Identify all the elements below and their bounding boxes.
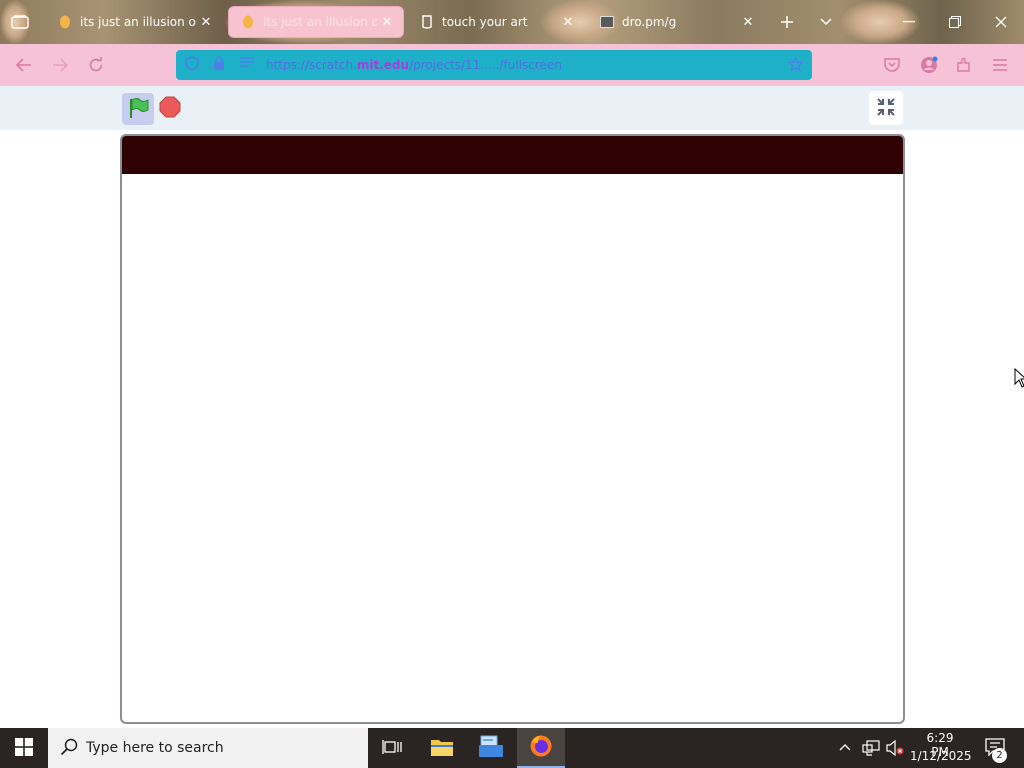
extensions-icon[interactable] [950,52,978,78]
project-stage[interactable] [120,134,905,724]
project-controls [0,86,1024,130]
tab-title: its just an illusion on Sc [263,15,377,29]
forward-button[interactable] [46,52,74,78]
firefox-icon [529,734,553,761]
minimize-button[interactable] [886,0,932,44]
tab-bar: its just an illusion on Sc ✕ its just an… [0,0,1024,44]
task-view-icon [382,739,402,758]
shield-icon[interactable] [185,56,199,75]
tab-title: touch your art [442,15,528,29]
scratch-icon [58,15,72,29]
task-view-button[interactable] [368,728,416,768]
close-icon[interactable]: ✕ [558,15,578,30]
notification-count-badge: 2 [992,748,1007,763]
start-button[interactable] [0,728,48,768]
url-domain: mit.edu [356,58,410,72]
back-button[interactable] [10,52,38,78]
stop-icon [159,96,181,121]
dropbox-icon [600,15,614,29]
windows-logo-icon [15,737,33,759]
volume-muted-icon[interactable] [886,739,904,760]
close-window-button[interactable] [978,0,1024,44]
file-explorer-button[interactable] [418,728,466,768]
pocket-icon[interactable] [878,52,906,78]
mug-icon [420,15,434,29]
page-content [0,86,1024,728]
close-icon[interactable]: ✕ [377,15,397,30]
close-icon[interactable]: ✕ [738,15,758,30]
green-flag-button[interactable] [122,93,154,125]
app-window-icon [478,735,504,762]
tab-overview-icon[interactable] [0,0,40,44]
app-button[interactable] [467,728,515,768]
tab-1[interactable]: its just an illusion on Sc ✕ [46,6,222,38]
restore-button[interactable] [932,0,978,44]
network-icon[interactable] [862,740,880,760]
mouse-cursor-icon [1014,367,1024,391]
shrink-icon [877,97,895,119]
search-icon [60,738,80,759]
bookmark-star-icon[interactable] [787,56,804,76]
search-placeholder: Type here to search [86,740,224,756]
stage-top-band [122,136,903,174]
stop-button[interactable] [159,96,181,121]
green-flag-icon [127,97,149,122]
show-hidden-icons-chevron[interactable] [839,740,851,755]
url-text[interactable]: https://scratch.mit.edu/projects/11.....… [266,58,562,72]
reload-button[interactable] [82,52,110,78]
firefox-button[interactable] [517,728,565,768]
taskbar-search-box[interactable]: Type here to search [48,728,368,768]
url-bar[interactable]: https://scratch.mit.edu/projects/11.....… [176,50,812,80]
clock-date[interactable]: 1/12/2025 [910,749,972,763]
exit-fullscreen-button[interactable] [869,91,903,125]
tab-4[interactable]: dro.pm/g ✕ [588,6,764,38]
permissions-icon[interactable] [239,56,255,72]
tab-title: its just an illusion on Sc [80,15,196,29]
lock-icon[interactable] [213,56,225,75]
scratch-icon [241,15,255,29]
navigation-bar: https://scratch.mit.edu/projects/11.....… [0,44,1024,86]
taskbar: Type here to search 6:29 PM 1/12/2025 2 [0,728,1024,768]
tab-2[interactable]: its just an illusion on Sc ✕ [228,6,404,38]
tab-3[interactable]: touch your art ✕ [408,6,584,38]
tab-title: dro.pm/g [622,15,677,29]
account-icon[interactable] [915,52,943,78]
menu-icon[interactable] [986,52,1014,78]
close-icon[interactable]: ✕ [196,15,216,30]
folder-icon [430,737,454,760]
list-tabs-button[interactable] [803,0,849,44]
